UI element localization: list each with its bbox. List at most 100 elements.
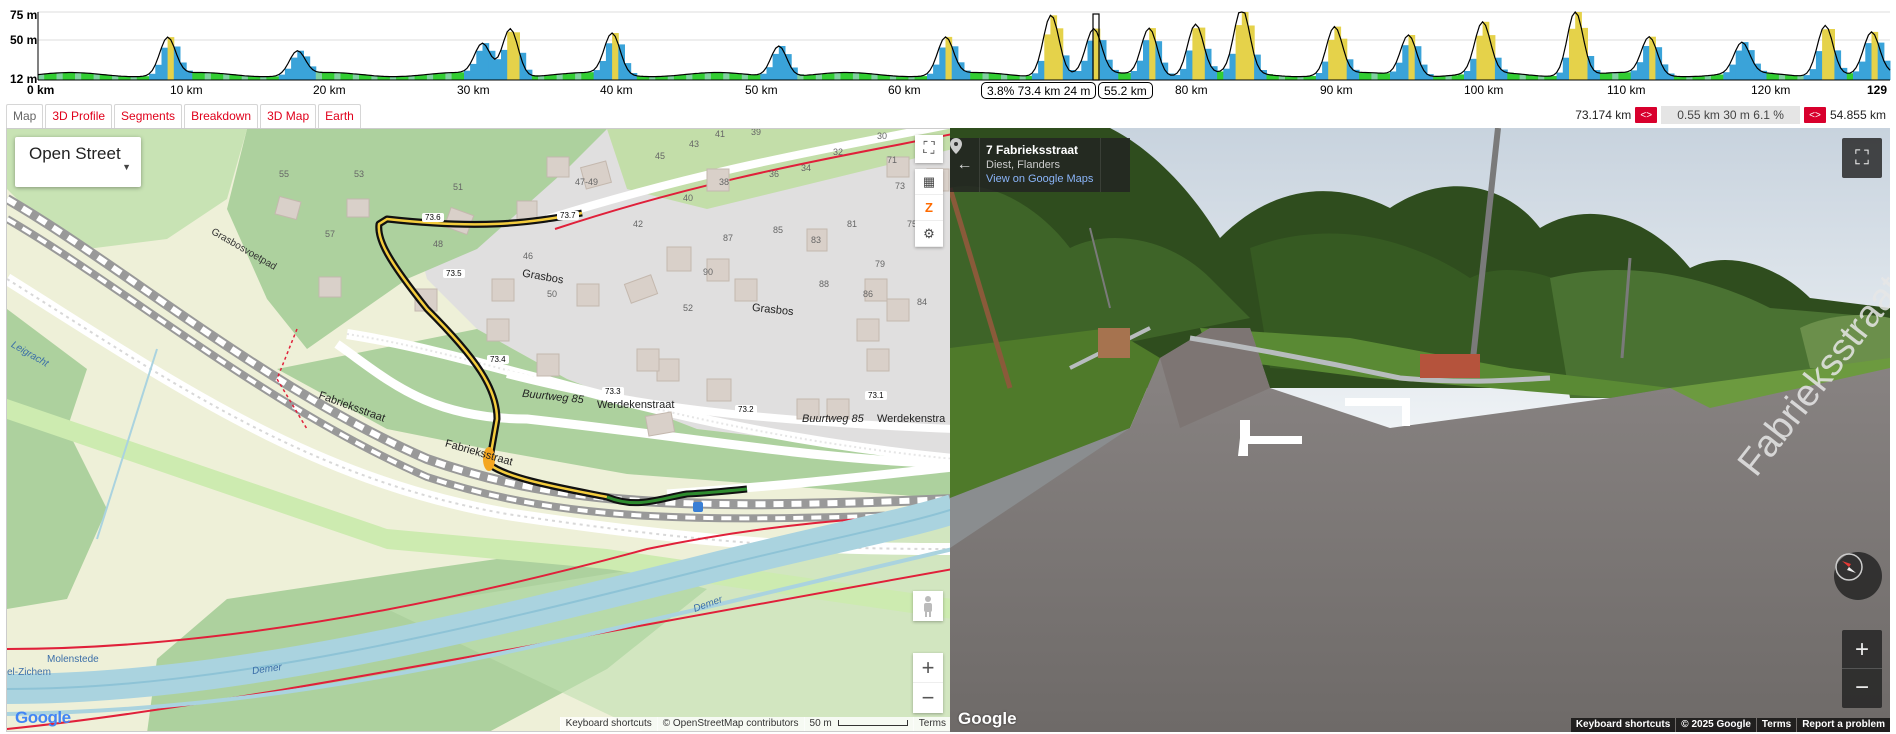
x-label: 60 km [888,83,921,97]
osm-attribution: © OpenStreetMap contributors [656,717,804,731]
profile-segment [81,72,88,80]
keyboard-shortcuts-link[interactable]: Keyboard shortcuts [559,717,657,731]
profile-segment [673,75,681,80]
grid-icon[interactable]: ▦ [915,169,943,195]
profile-segment [1846,73,1854,80]
street-view-image[interactable] [950,128,1890,732]
terms-link[interactable]: Terms [912,717,951,731]
map-layer-select[interactable]: Open Street ▼ [15,137,141,187]
profile-segment [1624,72,1632,80]
street-view-zoom: + − [1842,630,1882,708]
keyboard-shortcuts-link[interactable]: Keyboard shortcuts [1570,718,1676,732]
profile-segment [605,43,613,80]
prev-segment-button[interactable]: <> [1635,107,1658,123]
profile-segment [1649,36,1656,80]
profile-segment [834,72,842,80]
profile-segment [1556,72,1564,80]
tab-breakdown[interactable]: Breakdown [184,104,259,128]
tab-segments[interactable]: Segments [114,104,183,128]
house-number: 53 [354,169,365,179]
profile-segment [1038,60,1045,80]
profile-segment [1815,51,1823,80]
zoom-in-button[interactable]: + [913,653,943,683]
profile-segment [766,67,774,80]
profile-segment [1704,75,1712,80]
strava-icon[interactable]: Z [915,195,943,221]
terms-link[interactable]: Terms [1756,718,1797,732]
tab-earth[interactable]: Earth [318,104,361,128]
segment-summary: 0.55 km 30 m 6.1 % [1661,106,1800,124]
selection-end-box: 55.2 km [1098,82,1153,99]
profile-segment [210,72,218,80]
house-number: 85 [773,225,784,235]
profile-segment [1371,72,1379,80]
copyright-text: © 2025 Google [1676,718,1756,732]
tab-3d-map[interactable]: 3D Map [260,104,317,128]
tab-map[interactable]: Map [6,104,44,128]
place-label: el-Zichem [7,667,51,678]
report-problem-link[interactable]: Report a problem [1797,718,1890,732]
map-pane[interactable]: Grasbosvoetpad Grasbos Grasbos Buurtweg … [6,128,952,732]
profile-segment [408,76,416,80]
profile-segment [291,57,298,80]
profile-segment [1476,35,1484,80]
x-label: 80 km [1175,83,1208,97]
location-pin-icon[interactable] [950,138,1130,192]
profile-segment [494,59,502,80]
profile-segment [661,76,669,80]
end-readout: 54.855 km [1829,108,1886,122]
profile-segment [1099,40,1107,80]
view-on-google-maps-link[interactable]: View on Google Maps [986,173,1094,185]
street-label: Werdekenstra [877,413,946,425]
profile-segment [698,73,706,80]
profile-segment [1643,46,1650,80]
profile-segment [1501,69,1508,80]
fullscreen-button[interactable]: ⛶ [915,135,943,163]
profile-segment [420,75,428,80]
profile-segment [1717,74,1724,80]
next-segment-button[interactable]: <> [1803,107,1826,123]
profile-segment [1445,75,1453,80]
profile-segment [846,72,854,80]
profile-segment [1390,71,1397,80]
profile-segment [1451,75,1459,80]
profile-segment [920,76,928,80]
house-number: 40 [683,193,694,203]
profile-segment [1130,71,1138,80]
zoom-out-button[interactable]: − [913,683,943,713]
profile-segment [815,74,823,80]
profile-segment [1828,29,1835,80]
profile-segment [439,73,446,80]
house-number: 84 [917,297,928,307]
profile-segment [1075,71,1082,80]
x-label: 129 [1867,83,1888,97]
profile-segment [426,74,434,80]
profile-segment [809,74,817,80]
profile-segment [939,47,946,80]
gear-icon[interactable]: ⚙ [915,221,943,247]
pegman-icon[interactable] [913,591,943,621]
profile-segment [284,68,292,80]
street-view-pane[interactable]: Fabrieksstraat ← 7 Fabrieksstraat Diest,… [950,128,1890,732]
profile-segment [729,72,737,80]
compass-button[interactable] [1834,552,1882,600]
profile-segment [692,73,700,80]
x-label: 10 km [170,83,203,97]
street-view-address: 7 Fabrieksstraat [986,143,1079,157]
sv-zoom-out-button[interactable]: − [1842,669,1882,707]
house-number: 51 [453,182,464,192]
profile-segment [1729,64,1737,80]
profile-segment [772,53,780,80]
elevation-profile[interactable]: 75 m 50 m 12 m 0 km 10 km 20 km 30 km 40… [0,0,1896,104]
profile-segment [470,63,477,80]
google-logo: Google [958,709,1017,729]
profile-segment [1822,29,1829,80]
sv-zoom-in-button[interactable]: + [1842,631,1882,669]
street-view-fullscreen-button[interactable]: ⛶ [1842,138,1882,178]
profile-segment [482,43,490,80]
house-number: 32 [833,147,844,157]
profile-segment [1309,76,1317,80]
house-number: 30 [877,131,888,141]
tab-3d-profile[interactable]: 3D Profile [45,104,113,128]
map-canvas[interactable] [7,129,952,732]
